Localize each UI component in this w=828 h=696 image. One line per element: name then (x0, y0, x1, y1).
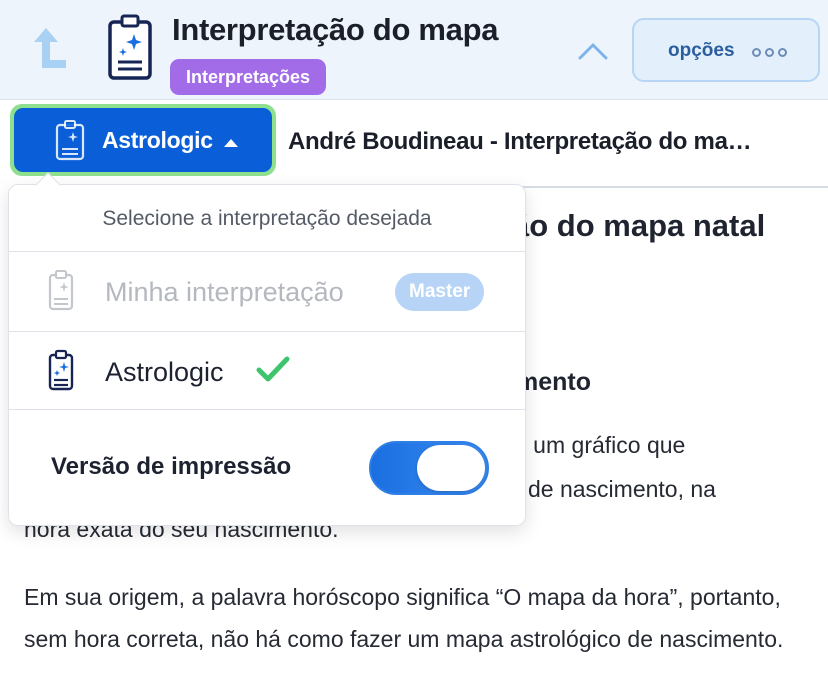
caret-up-icon (224, 139, 238, 147)
article-heading: ão do mapa natal (512, 208, 766, 243)
source-selector-label: Astrologic (102, 127, 213, 153)
divider (9, 331, 525, 332)
interpretation-dropdown: Selecione a interpretação desejada Minha… (8, 172, 526, 526)
dropdown-heading: Selecione a interpretação desejada (102, 207, 432, 230)
print-version-label: Versão de impressão (51, 453, 292, 480)
document-sparkle-icon (108, 14, 152, 80)
back-arrow-icon[interactable] (26, 24, 70, 74)
options-label: opções (668, 40, 735, 61)
dropdown-item-astrologic[interactable]: Astrologic (9, 333, 525, 411)
article-subheading: mento (516, 368, 591, 396)
article-paragraph: Em sua origem, a palavra horóscopo signi… (24, 584, 784, 652)
print-version-toggle[interactable] (369, 441, 489, 495)
document-sparkle-icon (55, 120, 85, 161)
source-selector-focus-ring: Astrologic (10, 104, 276, 176)
dropdown-item-label: Minha interpretação (105, 277, 344, 307)
document-sparkle-icon (48, 349, 74, 391)
article-paragraph-line: de nascimento, na (528, 476, 716, 502)
divider (9, 251, 525, 252)
document-title: André Boudineau - Interpretação do ma… (288, 128, 752, 155)
options-button[interactable]: opções (632, 18, 820, 82)
dropdown-item-label: Astrologic (105, 357, 224, 387)
more-dots-icon (752, 48, 787, 57)
divider (9, 409, 525, 410)
source-selector-button[interactable]: Astrologic (14, 108, 272, 172)
document-sparkle-icon (48, 270, 74, 311)
category-badge[interactable]: Interpretações (170, 59, 327, 95)
master-badge: Master (395, 273, 485, 311)
dropdown-item-minha-interpretacao[interactable]: Minha interpretação Master (9, 253, 525, 331)
check-icon (256, 356, 290, 382)
chevron-up-icon[interactable] (576, 38, 610, 64)
article-paragraph-line: e um gráfico que (514, 432, 686, 458)
dropdown-pointer (35, 172, 61, 198)
toggle-knob (417, 445, 485, 491)
top-header: Interpretação do mapa Interpretações opç… (0, 0, 828, 100)
page-title: Interpretação do mapa (172, 12, 499, 47)
